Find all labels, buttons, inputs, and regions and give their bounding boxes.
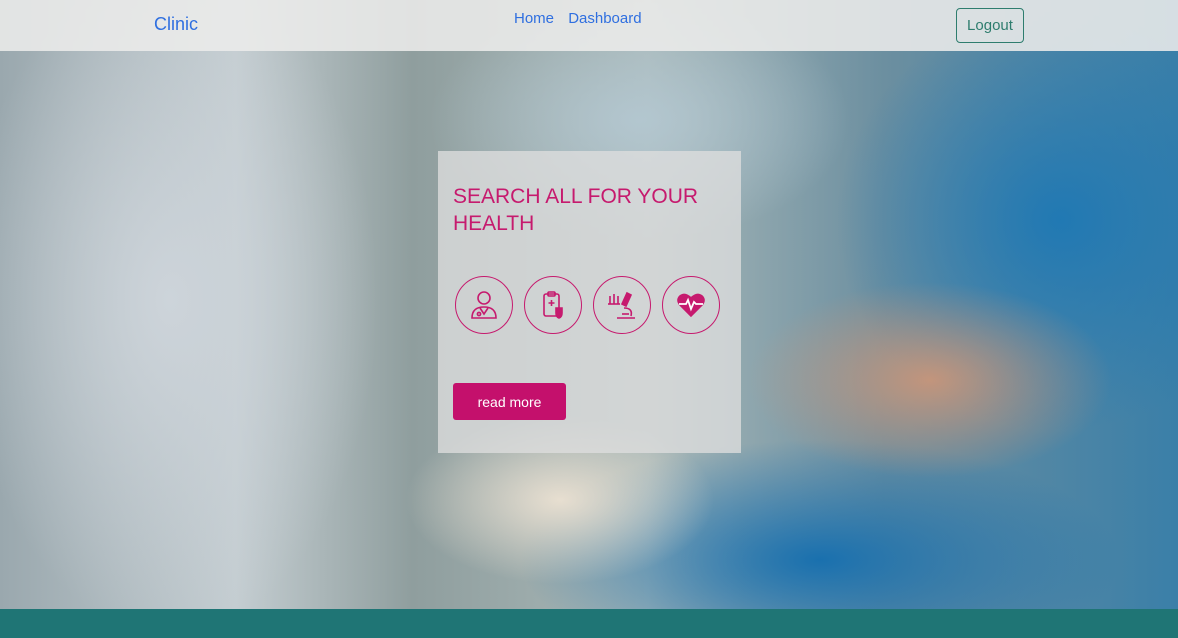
navbar: Clinic Home Dashboard Logout bbox=[0, 0, 1178, 51]
read-more-button[interactable]: read more bbox=[453, 383, 566, 420]
hero-card: SEARCH ALL FOR YOUR HEALTH read more bbox=[438, 151, 741, 453]
hero-title: SEARCH ALL FOR YOUR HEALTH bbox=[453, 185, 699, 235]
nav-links: Home Dashboard bbox=[514, 10, 652, 27]
service-icons bbox=[455, 276, 725, 338]
nav-link-home[interactable]: Home bbox=[514, 10, 554, 27]
logout-button[interactable]: Logout bbox=[956, 8, 1024, 43]
nav-link-dashboard[interactable]: Dashboard bbox=[568, 10, 641, 27]
microscope-icon bbox=[593, 276, 651, 334]
clipboard-shield-icon bbox=[524, 276, 582, 334]
footer-bar bbox=[0, 609, 1178, 638]
page: Clinic Home Dashboard Logout SEARCH ALL … bbox=[0, 0, 1178, 638]
brand-link[interactable]: Clinic bbox=[154, 14, 198, 35]
doctor-icon bbox=[455, 276, 513, 334]
heart-pulse-icon bbox=[662, 276, 720, 334]
